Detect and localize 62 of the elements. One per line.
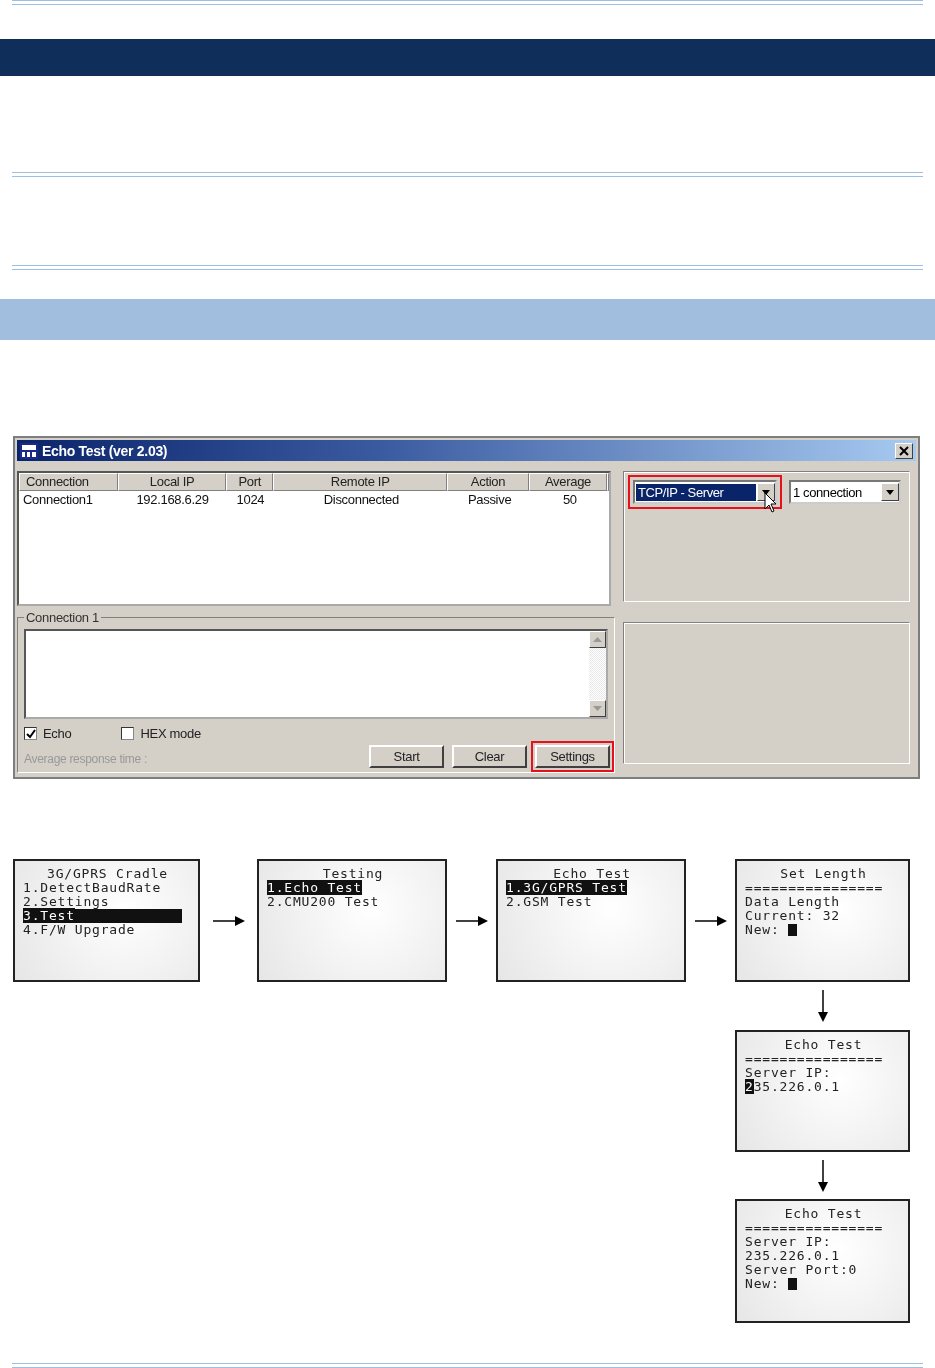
screen-line: Server IP: [745, 1235, 832, 1249]
group-title: Connection 1 [25, 610, 100, 625]
screen-line: ================ [745, 1221, 884, 1235]
screen-line: ================ [745, 1052, 884, 1066]
app-logo-icon [20, 442, 38, 459]
caret-icon [762, 489, 770, 495]
right-arrow-icon [455, 915, 488, 926]
column-header[interactable]: Action [447, 473, 529, 491]
log-text-area[interactable] [24, 629, 608, 719]
column-header[interactable]: Average [528, 473, 607, 491]
table-cell-text: 1024 [235, 491, 266, 508]
window-title: Echo Test (ver 2.03) [42, 442, 169, 459]
screen-title: 3G/GPRS Cradle [46, 867, 169, 881]
checkmark-icon [25, 728, 36, 739]
screen-line: Server Port:0 [745, 1263, 858, 1277]
screen-title: Echo Test [783, 1207, 864, 1221]
scroll-down-icon [593, 706, 602, 711]
table-cell-text: Disconnected [322, 491, 400, 508]
text-cursor [788, 924, 798, 936]
table-cell-text: 50 [561, 491, 578, 508]
screen-line: 235.226.0.1 [745, 1249, 840, 1263]
scrollbar[interactable] [589, 631, 606, 717]
mode-dropdown[interactable]: TCP/IP - Server [633, 480, 777, 504]
screen-title: Echo Test [552, 867, 632, 881]
screen-line: ================ [745, 881, 884, 895]
column-header[interactable]: Local IP [118, 473, 227, 491]
table-cell-text: Passive [466, 491, 513, 508]
down-arrow-icon [817, 990, 828, 1022]
scroll-up-icon [593, 637, 602, 642]
dialog-button[interactable]: Settings [535, 745, 610, 768]
right-arrow-icon [212, 915, 245, 926]
screen-line: 2.GSM Test [506, 895, 593, 909]
screen-line: Current: 32 [745, 909, 840, 923]
text-cursor [788, 1278, 798, 1290]
screen-title: Testing [321, 867, 385, 881]
column-header[interactable]: Remote IP [273, 473, 448, 491]
screen-title: Echo Test [783, 1038, 864, 1052]
column-header[interactable]: Connection [19, 473, 119, 491]
screen-line: 2.Settings [23, 895, 110, 909]
screen-line: Server IP: [745, 1066, 832, 1080]
connection-count-dropdown[interactable]: 1 connection [789, 480, 901, 504]
column-header[interactable]: Port [226, 473, 274, 491]
right-arrow-icon [694, 915, 727, 926]
caret-icon [886, 489, 894, 495]
dialog-button[interactable]: Start [369, 745, 444, 768]
screen-line: 1.DetectBaudRate [23, 881, 162, 895]
table-cell-text: Connection1 [22, 491, 94, 508]
screen-line: 235.226.0.1 [745, 1080, 840, 1094]
screen-line: New: [745, 923, 781, 937]
checkbox[interactable]: Echo [24, 726, 72, 741]
table-cell-text: 192.168.6.29 [135, 491, 210, 508]
checkbox[interactable]: HEX mode [121, 726, 201, 741]
screen-line: 4.F/W Upgrade [23, 923, 136, 937]
screen-title: Set Length [779, 867, 868, 881]
mouse-pointer-icon [764, 492, 778, 514]
down-arrow-icon [817, 1159, 828, 1192]
screen-line: 2.CMU200 Test [267, 895, 380, 909]
screen-line: Data Length [745, 895, 840, 909]
dialog-button[interactable]: Clear [452, 745, 527, 768]
screen-line: New: [745, 1277, 781, 1291]
status-text: Average response time : [24, 752, 147, 768]
close-button[interactable] [895, 442, 913, 459]
